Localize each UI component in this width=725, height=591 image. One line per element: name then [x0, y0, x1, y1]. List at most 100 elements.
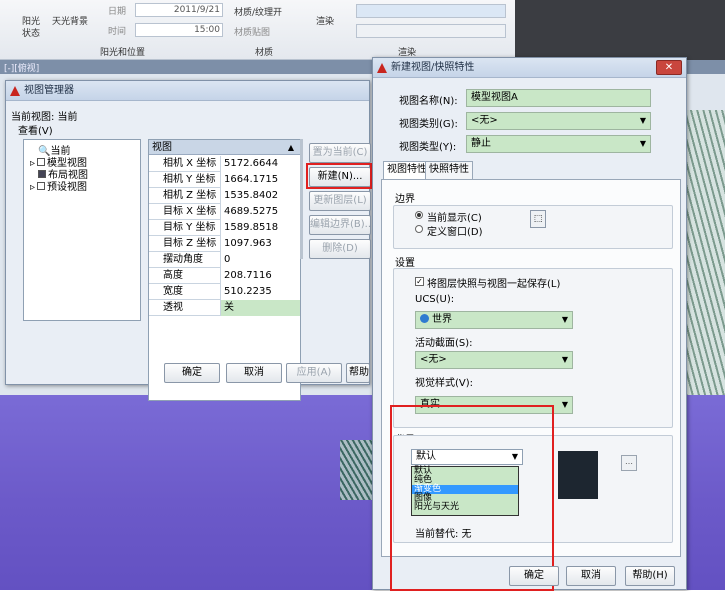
property-name: 高度: [149, 268, 221, 284]
nv-ok-button[interactable]: 确定: [509, 566, 559, 586]
autocad-logo-icon: [10, 86, 20, 96]
material-texture-toggle[interactable]: 材质/纹理开: [234, 5, 282, 18]
property-value[interactable]: 1664.1715: [221, 172, 300, 188]
nv-help-button[interactable]: 帮助(H): [625, 566, 675, 586]
property-name: 相机 Z 坐标: [149, 188, 221, 204]
property-name: 摆动角度: [149, 252, 221, 268]
view-search-label: 查看(V): [18, 126, 53, 137]
grid-scrollbar[interactable]: [300, 139, 303, 259]
table-row[interactable]: 透视关: [149, 300, 300, 316]
vm-help-button[interactable]: 帮助(H): [346, 363, 370, 383]
viewport-tab-label[interactable]: [-][俯视]: [4, 61, 39, 74]
background-browse-button[interactable]: …: [621, 455, 637, 471]
tab-shot-properties[interactable]: 快照特性: [425, 161, 473, 179]
view-manager-title: 视图管理器: [24, 85, 74, 96]
chevron-down-icon: ▼: [561, 355, 569, 364]
render-button[interactable]: 渲染: [316, 14, 334, 27]
property-value[interactable]: 510.2235: [221, 284, 300, 300]
property-value[interactable]: 1589.8518: [221, 220, 300, 236]
globe-icon: [420, 314, 429, 323]
nv-cancel-button[interactable]: 取消: [566, 566, 616, 586]
new-button-highlight: [306, 163, 372, 189]
table-row[interactable]: 目标 Y 坐标 1589.8518: [149, 220, 300, 236]
chevron-down-icon: ▼: [639, 139, 647, 148]
background-preview-swatch: [558, 451, 598, 499]
new-view-dialog: 新建视图/快照特性 ✕ 视图名称(N): 模型视图A 视图类别(G): <无> ▼…: [372, 57, 687, 591]
set-current-button[interactable]: 置为当前(C): [309, 143, 371, 163]
ribbon: 阳光 状态 天光背景 日期 2011/9/21 时间 15:00 材质/纹理开 …: [0, 0, 725, 60]
table-row[interactable]: 相机 Z 坐标 1535.8402: [149, 188, 300, 204]
chevron-down-icon: ▼: [561, 400, 569, 409]
property-name: 相机 Y 坐标: [149, 172, 221, 188]
settings-group-label: 设置: [395, 258, 415, 269]
sun-status-label: 状态: [22, 29, 41, 39]
view-manager-dialog: 视图管理器 当前视图: 当前 查看(V) 🔍当前 ▹ 模型视图 布局视图 ▹ 预设视…: [5, 80, 374, 401]
date-label: 日期: [108, 7, 127, 17]
property-value[interactable]: 关: [221, 300, 300, 316]
vm-apply-button[interactable]: 应用(A): [286, 363, 342, 383]
view-properties-grid[interactable]: 视图 ▲ 相机 X 坐标 5172.6644 相机 Y 坐标 1664.1715 相机 Z…: [148, 139, 301, 401]
section-select[interactable]: <无> ▼: [415, 351, 573, 369]
boundary-group-label: 边界: [395, 194, 415, 205]
ucs-label: UCS(U):: [415, 294, 455, 305]
table-row[interactable]: 相机 Y 坐标 1664.1715: [149, 172, 300, 188]
view-tree[interactable]: 🔍当前 ▹ 模型视图 布局视图 ▹ 预设视图: [23, 139, 141, 321]
edit-boundaries-button[interactable]: 编辑边界(B)...: [309, 215, 374, 235]
save-layers-checkbox[interactable]: ✓: [415, 277, 424, 286]
close-icon[interactable]: ✕: [656, 60, 682, 75]
view-name-field[interactable]: 模型视图A: [466, 89, 651, 107]
table-row[interactable]: 目标 X 坐标 4689.5275: [149, 204, 300, 220]
chevron-down-icon: ▼: [639, 116, 647, 125]
collapse-icon[interactable]: ▲: [288, 140, 294, 155]
table-row[interactable]: 高度 208.7116: [149, 268, 300, 284]
table-row[interactable]: 目标 Z 坐标 1097.963: [149, 236, 300, 252]
property-name: 目标 X 坐标: [149, 204, 221, 220]
autocad-logo-icon: [377, 63, 387, 73]
tab-view-properties[interactable]: 视图特性: [383, 161, 431, 180]
render-output-field[interactable]: [356, 24, 506, 38]
section-label: 活动截面(S):: [415, 338, 473, 349]
chevron-down-icon: ▼: [561, 315, 569, 324]
view-category-label: 视图类别(G):: [399, 119, 458, 130]
pick-window-icon[interactable]: ⬚: [530, 210, 546, 228]
update-layers-button[interactable]: 更新图层(L): [309, 191, 371, 211]
preset-view-icon: [37, 182, 46, 190]
sky-background-button[interactable]: 天光背景: [52, 14, 88, 27]
table-row[interactable]: 摆动角度 0: [149, 252, 300, 268]
boundary-define-radio[interactable]: [415, 225, 423, 233]
visual-style-label: 视觉样式(V):: [415, 378, 474, 389]
property-value[interactable]: 5172.6644: [221, 156, 300, 172]
property-name: 透视: [149, 300, 221, 316]
table-row[interactable]: 相机 X 坐标 5172.6644: [149, 156, 300, 172]
background-highlight: [390, 405, 554, 591]
boundary-current-label: 当前显示(C): [427, 213, 482, 224]
layout-view-icon: [38, 170, 46, 178]
date-field[interactable]: 2011/9/21: [135, 3, 223, 17]
property-value[interactable]: 4689.5275: [221, 204, 300, 220]
tree-item-preset-views[interactable]: ▹ 预设视图: [30, 178, 87, 193]
property-name: 宽度: [149, 284, 221, 300]
boundary-current-radio[interactable]: [415, 211, 423, 219]
new-view-titlebar: 新建视图/快照特性 ✕: [373, 58, 686, 78]
time-field[interactable]: 15:00: [135, 23, 223, 37]
delete-button[interactable]: 删除(D): [309, 239, 371, 259]
view-category-select[interactable]: <无> ▼: [466, 112, 651, 130]
property-value[interactable]: 0: [221, 252, 300, 268]
render-preset-field[interactable]: [356, 4, 506, 18]
current-view-label: 当前视图: 当前: [11, 112, 78, 123]
ribbon-dark-area: [515, 0, 725, 60]
material-map-button[interactable]: 材质贴图: [234, 25, 270, 38]
table-row[interactable]: 宽度 510.2235: [149, 284, 300, 300]
vm-ok-button[interactable]: 确定: [164, 363, 220, 383]
property-name: 目标 Y 坐标: [149, 220, 221, 236]
vm-cancel-button[interactable]: 取消: [226, 363, 282, 383]
panel-materials: 材质: [255, 48, 274, 58]
boundary-define-label: 定义窗口(D): [427, 227, 483, 238]
grid-header: 视图 ▲: [149, 140, 300, 155]
ucs-select[interactable]: 世界 ▼: [415, 311, 573, 329]
property-name: 目标 Z 坐标: [149, 236, 221, 252]
property-value[interactable]: 1535.8402: [221, 188, 300, 204]
view-type-select[interactable]: 静止 ▼: [466, 135, 651, 153]
property-value[interactable]: 1097.963: [221, 236, 300, 252]
property-value[interactable]: 208.7116: [221, 268, 300, 284]
